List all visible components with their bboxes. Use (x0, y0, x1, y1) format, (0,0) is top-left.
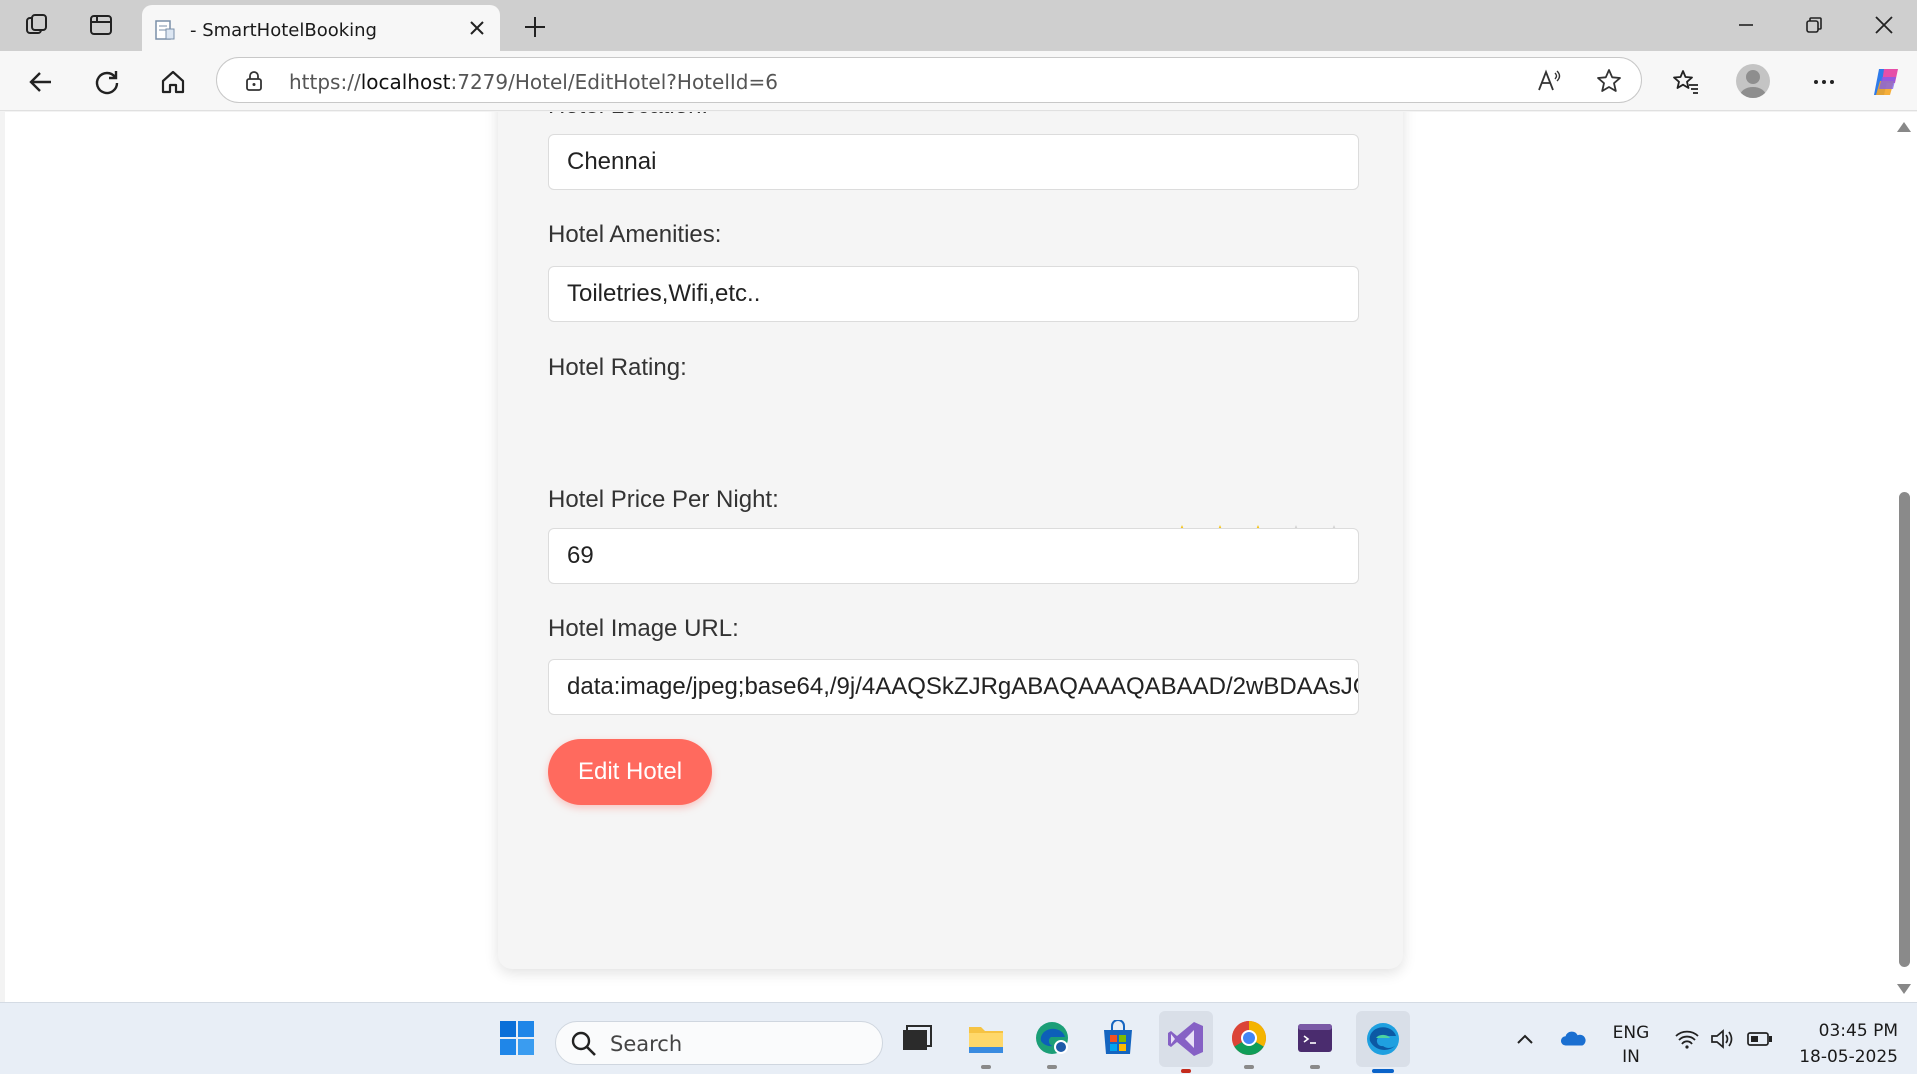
chrome-icon[interactable] (1224, 1013, 1274, 1069)
location-input[interactable]: Chennai (548, 134, 1359, 190)
scroll-down-arrow-icon[interactable] (1897, 984, 1911, 994)
tab-actions-icon[interactable] (79, 8, 123, 42)
language-region[interactable]: IN (1604, 1047, 1658, 1067)
running-indicator (1244, 1065, 1254, 1069)
profile-avatar-icon[interactable] (1736, 64, 1770, 98)
file-explorer-icon[interactable] (961, 1013, 1011, 1069)
browser-toolbar: https://localhost:7279/Hotel/EditHotel?H… (0, 51, 1917, 111)
running-indicator (981, 1065, 991, 1069)
clock-time[interactable]: 03:45 PM (1790, 1021, 1898, 1041)
rating-label: Hotel Rating: (548, 354, 687, 381)
close-window-icon[interactable] (1854, 5, 1914, 45)
price-label: Hotel Price Per Night: (548, 486, 779, 513)
close-tab-icon[interactable] (466, 17, 488, 39)
battery-icon[interactable] (1747, 1027, 1773, 1051)
running-indicator (1047, 1065, 1057, 1069)
active-indicator (1372, 1069, 1394, 1073)
minimize-icon[interactable] (1716, 5, 1776, 45)
active-tab[interactable]: - SmartHotelBooking (142, 5, 500, 51)
onedrive-icon[interactable] (1560, 1027, 1586, 1051)
page-icon (155, 20, 175, 40)
chevron-up-icon[interactable] (1512, 1027, 1538, 1051)
volume-icon[interactable] (1710, 1027, 1736, 1051)
new-tab-icon[interactable] (518, 10, 552, 44)
task-view-icon[interactable] (892, 1013, 942, 1063)
windows-taskbar: Search ENG IN 03:45 PM 18-05-2025 (0, 1002, 1917, 1074)
edit-hotel-form: Hotel Location: Chennai Hotel Amenities:… (498, 112, 1403, 969)
home-icon[interactable] (152, 61, 194, 103)
browser-title-bar: - SmartHotelBooking (0, 0, 1917, 51)
favorites-icon[interactable] (1665, 61, 1707, 103)
image-url-label: Hotel Image URL: (548, 615, 739, 642)
clock-date[interactable]: 18-05-2025 (1790, 1047, 1898, 1067)
amenities-label: Hotel Amenities: (548, 221, 722, 248)
restore-icon[interactable] (1784, 5, 1844, 45)
search-placeholder: Search (610, 1032, 683, 1056)
visual-studio-icon[interactable] (1159, 1011, 1213, 1073)
terminal-icon[interactable] (1290, 1013, 1340, 1069)
more-menu-icon[interactable] (1803, 61, 1845, 103)
tab-title: - SmartHotelBooking (190, 20, 377, 41)
reload-icon[interactable] (86, 61, 128, 103)
image-url-input[interactable]: data:image/jpeg;base64,/9j/4AAQSkZJRgABA… (548, 659, 1359, 715)
workspaces-icon[interactable] (15, 8, 59, 42)
page-viewport: Hotel Location: Chennai Hotel Amenities:… (5, 112, 1892, 1002)
edge-dev-icon[interactable] (1027, 1013, 1077, 1069)
back-arrow-icon[interactable] (20, 61, 62, 103)
language-code[interactable]: ENG (1604, 1023, 1658, 1043)
scroll-up-arrow-icon[interactable] (1897, 122, 1911, 132)
microsoft-store-icon[interactable] (1093, 1013, 1143, 1063)
wifi-icon[interactable] (1674, 1027, 1700, 1051)
read-aloud-icon[interactable] (1535, 67, 1563, 95)
favorite-star-icon[interactable] (1595, 67, 1623, 95)
windows-start-icon[interactable] (492, 1013, 542, 1063)
running-indicator (1181, 1069, 1191, 1073)
location-label: Hotel Location: (548, 112, 708, 120)
lock-icon[interactable] (243, 70, 265, 92)
copilot-icon[interactable] (1866, 61, 1908, 103)
scrollbar-thumb[interactable] (1899, 492, 1910, 967)
edit-hotel-button[interactable]: Edit Hotel (548, 739, 712, 805)
address-bar[interactable]: https://localhost:7279/Hotel/EditHotel?H… (216, 57, 1642, 103)
url-text[interactable]: https://localhost:7279/Hotel/EditHotel?H… (289, 70, 778, 94)
taskbar-search[interactable]: Search (555, 1021, 883, 1065)
amenities-input[interactable]: Toiletries,Wifi,etc.. (548, 266, 1359, 322)
search-icon (571, 1031, 596, 1056)
page-scrollbar[interactable] (1892, 112, 1917, 1002)
price-input[interactable]: 69 (548, 528, 1359, 584)
running-indicator (1310, 1065, 1320, 1069)
edge-browser-icon[interactable] (1356, 1011, 1410, 1073)
